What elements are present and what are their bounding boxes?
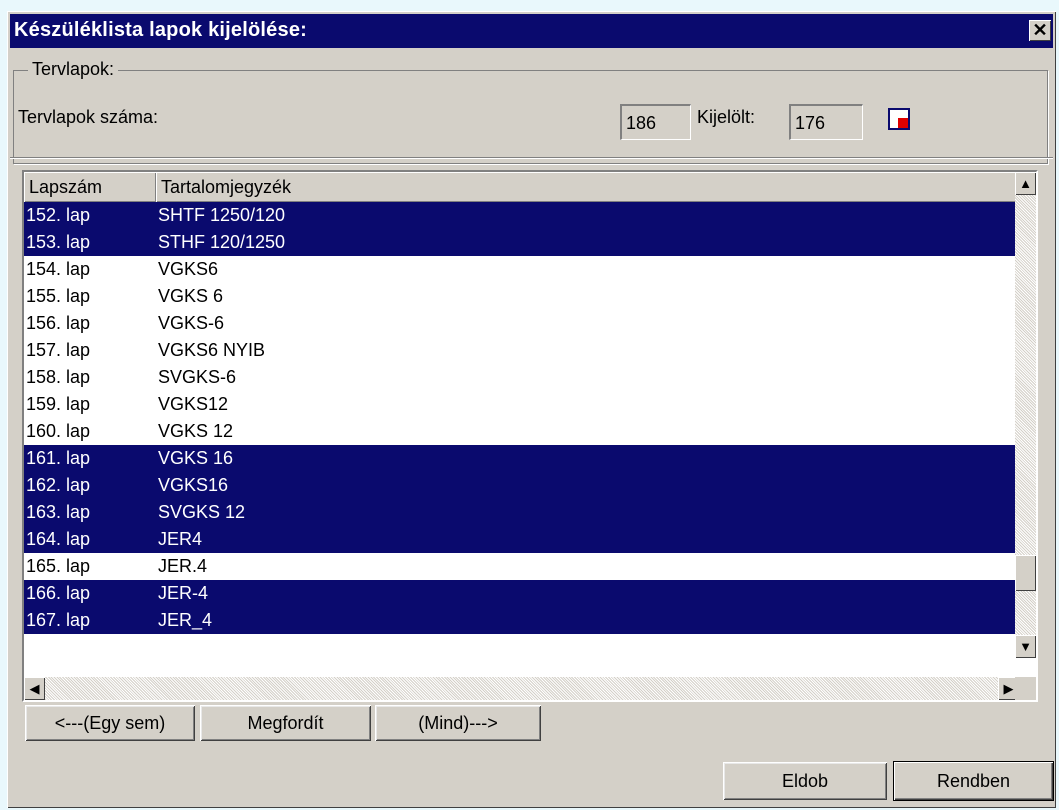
row-contents: STHF 120/1250 (158, 232, 286, 252)
row-number: 161. lap (26, 448, 91, 468)
selected-count-field: 176 (789, 104, 863, 140)
scroll-down-icon[interactable]: ▼ (1015, 635, 1036, 658)
row-contents: VGKS6 NYIB (158, 340, 266, 360)
scrollbar-corner (1015, 677, 1036, 700)
table-row[interactable]: 165. lap JER.4 (24, 553, 1019, 580)
row-number: 163. lap (26, 502, 91, 522)
divider (10, 157, 1053, 159)
row-number: 154. lap (26, 259, 91, 279)
row-contents: VGKS 6 (158, 286, 224, 306)
sheet-count-field: 186 (620, 104, 691, 140)
table-row[interactable]: 161. lap VGKS 16 (24, 445, 1019, 472)
scroll-left-icon[interactable]: ◀ (24, 677, 45, 700)
selection-status-icon[interactable] (888, 108, 910, 130)
row-number: 167. lap (26, 610, 91, 630)
table-row[interactable]: 166. lap JER-4 (24, 580, 1019, 607)
row-contents: JER_4 (158, 610, 213, 630)
row-number: 166. lap (26, 583, 91, 603)
invert-selection-button[interactable]: Megfordít (200, 705, 371, 741)
row-contents: VGKS12 (158, 394, 229, 414)
row-contents: SVGKS 12 (158, 502, 246, 522)
table-row[interactable]: 159. lap VGKS12 (24, 391, 1019, 418)
row-number: 152. lap (26, 205, 91, 225)
table-row[interactable]: 158. lap SVGKS-6 (24, 364, 1019, 391)
dialog-title: Készüléklista lapok kijelölése: (14, 19, 307, 41)
table-row[interactable]: 153. lap STHF 120/1250 (24, 229, 1019, 256)
row-contents: JER4 (158, 529, 203, 549)
list-rows: 152. lap SHTF 1250/120 153. lap STHF 120/12… (24, 202, 1019, 634)
discard-button[interactable]: Eldob (723, 762, 887, 800)
scroll-up-icon[interactable]: ▲ (1015, 172, 1036, 195)
vertical-scroll-thumb[interactable] (1015, 555, 1036, 591)
row-contents: SHTF 1250/120 (158, 205, 286, 225)
table-row[interactable]: 157. lap VGKS6 NYIB (24, 337, 1019, 364)
sheet-list[interactable]: Lapszám Tartalomjegyzék 152. lap SHTF 125… (22, 170, 1038, 702)
row-number: 162. lap (26, 475, 91, 495)
table-row[interactable]: 152. lap SHTF 1250/120 (24, 202, 1019, 229)
row-contents: SVGKS-6 (158, 367, 237, 387)
row-number: 159. lap (26, 394, 91, 414)
select-none-button[interactable]: <---(Egy sem) (25, 705, 195, 741)
ok-button[interactable]: Rendben (894, 762, 1053, 800)
row-contents: VGKS 12 (158, 421, 234, 441)
title-bar[interactable]: Készüléklista lapok kijelölése: ✕ (10, 14, 1053, 48)
horizontal-scrollbar[interactable]: ◀ ▶ (24, 677, 1019, 700)
table-row[interactable]: 160. lap VGKS 12 (24, 418, 1019, 445)
close-icon[interactable]: ✕ (1029, 20, 1051, 41)
select-all-button[interactable]: (Mind)---> (375, 705, 541, 741)
table-row[interactable]: 156. lap VGKS-6 (24, 310, 1019, 337)
row-contents: VGKS 16 (158, 448, 234, 468)
row-number: 155. lap (26, 286, 91, 306)
table-row[interactable]: 163. lap SVGKS 12 (24, 499, 1019, 526)
row-contents: VGKS16 (158, 475, 229, 495)
table-row[interactable]: 155. lap VGKS 6 (24, 283, 1019, 310)
row-contents: JER-4 (158, 583, 209, 603)
row-number: 160. lap (26, 421, 91, 441)
row-contents: JER.4 (158, 556, 208, 576)
dialog-window: Készüléklista lapok kijelölése: ✕ Tervla… (7, 11, 1056, 808)
row-number: 165. lap (26, 556, 91, 576)
row-number: 157. lap (26, 340, 91, 360)
row-number: 164. lap (26, 529, 91, 549)
row-number: 158. lap (26, 367, 91, 387)
list-header: Lapszám Tartalomjegyzék (24, 172, 1019, 202)
group-legend: Tervlapok: (28, 59, 119, 80)
table-row[interactable]: 164. lap JER4 (24, 526, 1019, 553)
column-header-contents[interactable]: Tartalomjegyzék (156, 172, 1019, 202)
table-row[interactable]: 154. lap VGKS6 (24, 256, 1019, 283)
row-number: 156. lap (26, 313, 91, 333)
sheets-group: Tervlapok: Tervlapok száma: 186 Kijelölt… (13, 59, 1048, 164)
vertical-scrollbar[interactable]: ▲ ▼ (1015, 172, 1036, 658)
row-contents: VGKS-6 (158, 313, 225, 333)
table-row[interactable]: 162. lap VGKS16 (24, 472, 1019, 499)
row-number: 153. lap (26, 232, 91, 252)
column-header-number[interactable]: Lapszám (24, 172, 156, 202)
selected-count-label: Kijelölt: (697, 107, 756, 127)
row-contents: VGKS6 (158, 259, 219, 279)
sheet-count-label: Tervlapok száma: (18, 107, 159, 127)
table-row[interactable]: 167. lap JER_4 (24, 607, 1019, 634)
